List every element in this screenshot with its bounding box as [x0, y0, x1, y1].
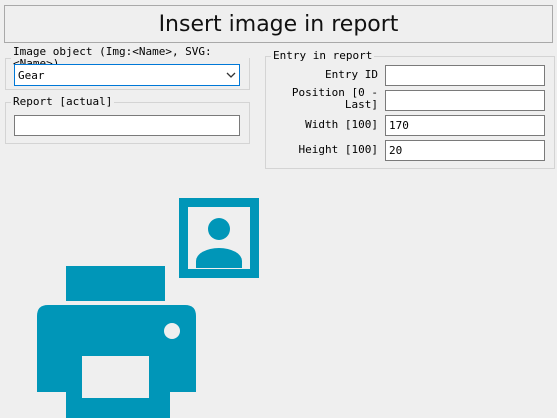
printer-icon: [37, 266, 196, 418]
user-image-icon: [179, 198, 259, 278]
printer-with-user-image-icon: [37, 198, 259, 418]
